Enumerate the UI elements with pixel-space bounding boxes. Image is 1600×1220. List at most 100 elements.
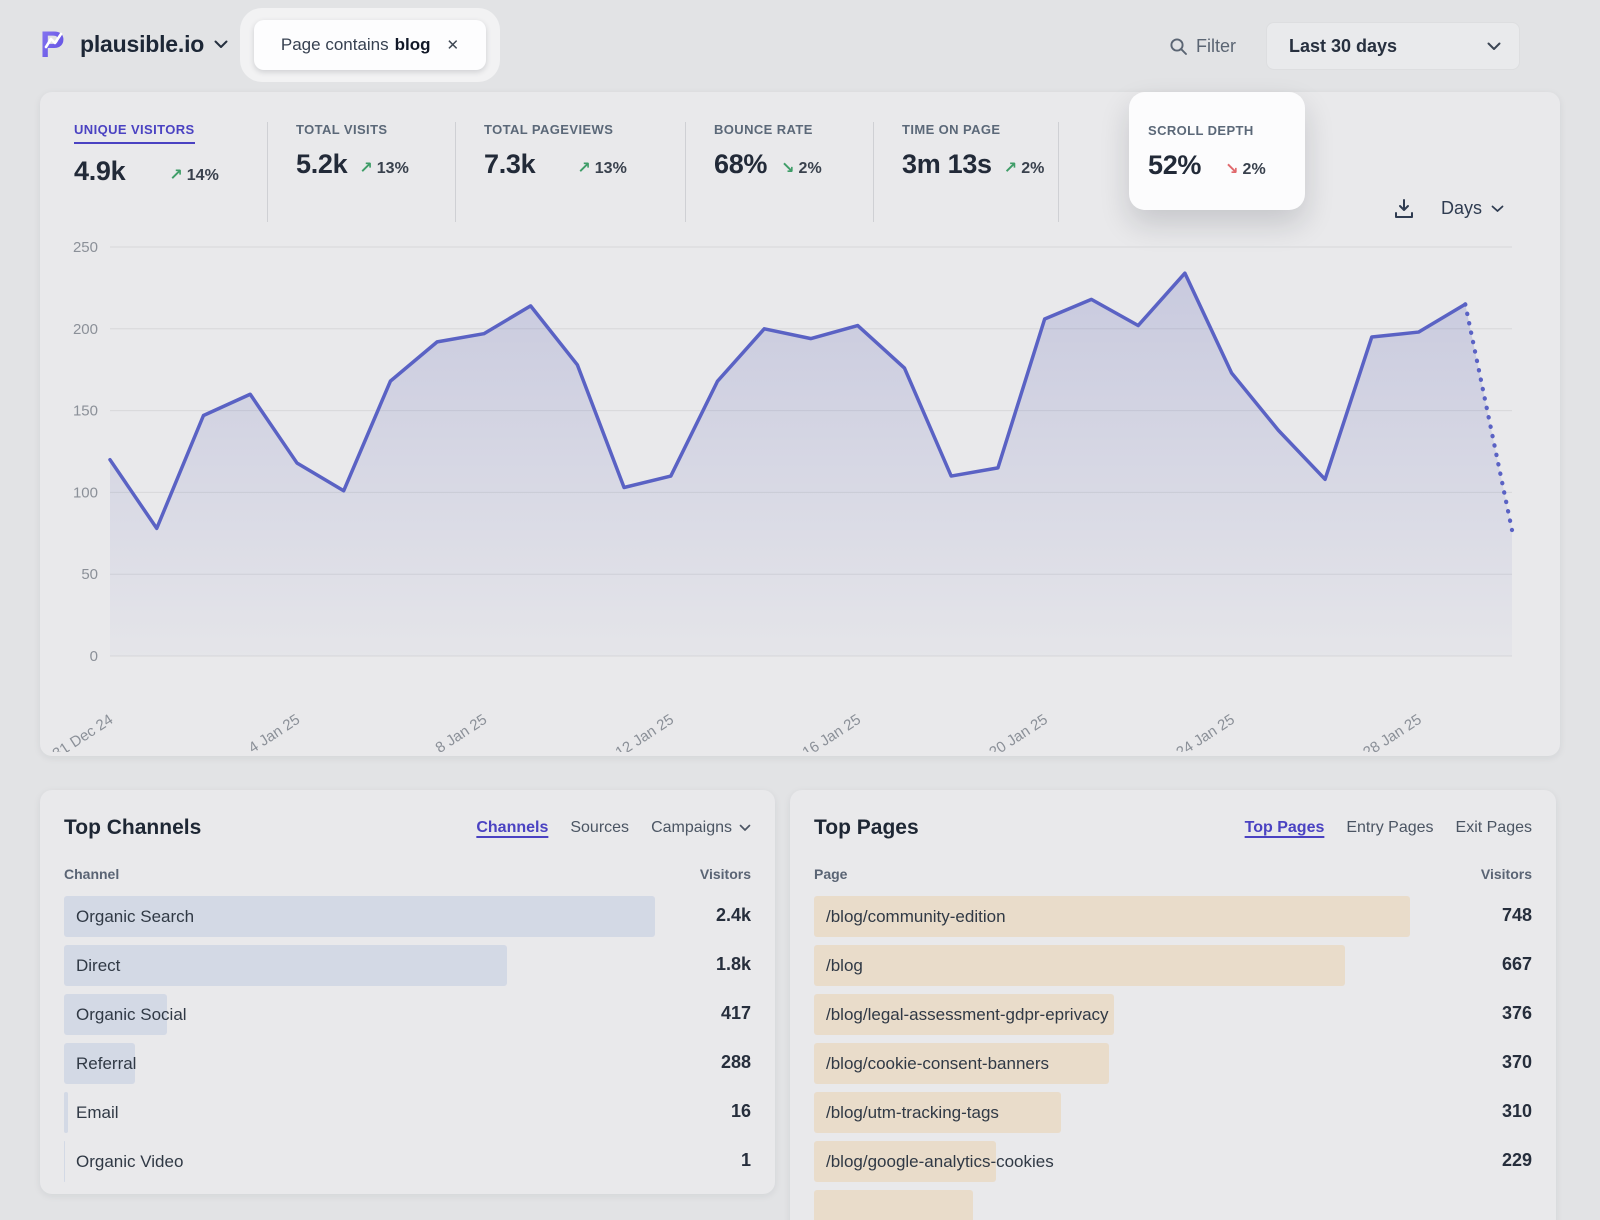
row-visitors: 1 — [741, 1137, 751, 1184]
close-icon[interactable]: ✕ — [447, 36, 460, 54]
stat-bounce-rate[interactable]: BOUNCE RATE 68% ↘2% — [685, 122, 873, 222]
trend-arrow-icon: ↘ — [1225, 159, 1238, 179]
row-visitors: 16 — [731, 1088, 751, 1135]
table-row[interactable]: /blog/utm-tracking-tags310 — [814, 1088, 1532, 1137]
row-label: /blog/utm-tracking-tags — [826, 1088, 999, 1137]
row-label: Organic Search — [76, 892, 194, 941]
row-label: Organic Video — [76, 1137, 183, 1186]
filter-chip-text: Page contains — [281, 35, 389, 55]
x-axis-tick-label: 16 Jan 25 — [799, 711, 864, 752]
download-icon — [1393, 198, 1415, 219]
table-row[interactable]: Organic Video 1 — [64, 1137, 751, 1186]
chevron-down-icon — [739, 824, 751, 832]
table-row[interactable]: Organic Social417 — [64, 990, 751, 1039]
plausible-logo: P — [40, 26, 70, 62]
site-switcher[interactable]: P plausible.io — [40, 26, 228, 62]
x-axis-tick-label: 28 Jan 25 — [1360, 711, 1425, 752]
filter-chip-highlight: Page contains blog ✕ — [240, 8, 500, 82]
trend-arrow-icon: ↗ — [359, 158, 372, 178]
row-visitors: 229 — [1502, 1137, 1532, 1184]
site-name: plausible.io — [80, 31, 204, 58]
svg-text:P: P — [40, 26, 65, 62]
date-range-value: Last 30 days — [1289, 36, 1397, 57]
chart-controls: Days — [1393, 198, 1504, 219]
tab-campaigns[interactable]: Campaigns — [651, 819, 751, 837]
trend-arrow-icon: ↗ — [169, 165, 182, 185]
row-visitors: 748 — [1502, 892, 1532, 939]
breakdown-panels: Top Channels Channels Sources Campaigns … — [40, 790, 1560, 1220]
interval-label: Days — [1441, 198, 1482, 219]
x-axis-tick-label: 31 Dec 24 — [50, 711, 117, 752]
stat-value: 68% — [714, 149, 767, 180]
trend-arrow-icon: ↘ — [781, 158, 794, 178]
table-row[interactable]: /blog/cookie-consent-banners370 — [814, 1039, 1532, 1088]
table-row[interactable]: Email16 — [64, 1088, 751, 1137]
y-axis-tick-label: 0 — [90, 648, 98, 665]
table-row[interactable]: /blog667 — [814, 941, 1532, 990]
date-range-select[interactable]: Last 30 days — [1266, 22, 1520, 70]
table-row[interactable]: Direct 1.8k — [64, 941, 751, 990]
stat-scroll-depth-wrap: SCROLL DEPTH 52% ↘2% — [1058, 122, 1318, 222]
interval-select[interactable]: Days — [1441, 198, 1504, 219]
stat-delta: ↘2% — [781, 158, 822, 178]
stat-label: SCROLL DEPTH — [1148, 123, 1254, 138]
row-label: Referral — [76, 1039, 136, 1088]
x-axis-tick-label: 20 Jan 25 — [986, 711, 1051, 752]
tab-sources[interactable]: Sources — [570, 819, 629, 837]
table-row[interactable]: Referral288 — [64, 1039, 751, 1088]
stat-delta: ↗13% — [359, 158, 408, 178]
stats-row: UNIQUE VISITORS 4.9k ↗14% TOTAL VISITS 5… — [40, 92, 1560, 222]
row-visitors: 1.8k — [716, 941, 751, 988]
top-channels-panel: Top Channels Channels Sources Campaigns … — [40, 790, 775, 1194]
table-row[interactable]: /blog/legal-assessment-gdpr-eprivacy376 — [814, 990, 1532, 1039]
tab-entry-pages[interactable]: Entry Pages — [1346, 819, 1433, 837]
tab-top-pages[interactable]: Top Pages — [1245, 819, 1325, 837]
stat-label: TOTAL PAGEVIEWS — [484, 122, 613, 137]
table-row[interactable]: /blog/community-edition 748 — [814, 892, 1532, 941]
row-bar — [814, 945, 1345, 986]
column-header: Visitors — [1481, 866, 1532, 882]
panel-title: Top Channels — [64, 816, 201, 840]
table-row[interactable]: Organic Search2.4k — [64, 892, 751, 941]
stat-unique-visitors[interactable]: UNIQUE VISITORS 4.9k ↗14% — [74, 122, 267, 222]
stat-value: 5.2k — [296, 149, 347, 180]
chevron-down-icon — [214, 40, 228, 49]
stat-total-pageviews[interactable]: TOTAL PAGEVIEWS 7.3k ↗13% — [455, 122, 685, 222]
stat-label: UNIQUE VISITORS — [74, 122, 195, 144]
stat-time-on-page[interactable]: TIME ON PAGE 3m 13s ↗2% — [873, 122, 1058, 222]
x-axis-tick-label: 12 Jan 25 — [612, 711, 677, 752]
stat-delta: ↗2% — [1004, 158, 1045, 178]
filter-chip[interactable]: Page contains blog ✕ — [254, 20, 486, 70]
table-row[interactable]: /blog/google-analytics-cookies229 — [814, 1137, 1532, 1186]
row-bar — [64, 945, 507, 986]
tab-exit-pages[interactable]: Exit Pages — [1456, 819, 1532, 837]
row-label: /blog/legal-assessment-gdpr-eprivacy — [826, 990, 1109, 1039]
stat-value: 3m 13s — [902, 149, 992, 180]
row-label: /blog/community-edition — [826, 892, 1006, 941]
stat-label: TIME ON PAGE — [902, 122, 1000, 137]
pages-rows: /blog/community-edition 748/blog667/blog/… — [814, 892, 1532, 1220]
y-axis-tick-label: 250 — [73, 239, 98, 256]
top-bar: P plausible.io Page contains blog ✕ Filt — [0, 0, 1600, 92]
stat-scroll-depth[interactable]: SCROLL DEPTH 52% ↘2% — [1129, 92, 1305, 210]
stat-value: 52% — [1148, 150, 1201, 181]
y-axis-tick-label: 50 — [81, 566, 98, 583]
x-axis-tick-label: 24 Jan 25 — [1173, 711, 1238, 752]
row-visitors: 370 — [1502, 1039, 1532, 1086]
row-visitors: 417 — [721, 990, 751, 1037]
filter-button[interactable]: Filter — [1169, 36, 1236, 57]
download-button[interactable] — [1393, 198, 1415, 219]
plausible-dashboard: P plausible.io Page contains blog ✕ Filt — [0, 0, 1600, 1220]
stat-value: 4.9k — [74, 156, 125, 187]
stat-total-visits[interactable]: TOTAL VISITS 5.2k ↗13% — [267, 122, 455, 222]
trend-arrow-icon: ↗ — [577, 158, 590, 178]
pages-tabs: Top Pages Entry Pages Exit Pages — [1245, 819, 1532, 837]
row-label: Direct — [76, 941, 120, 990]
table-row[interactable] — [814, 1186, 1532, 1220]
filter-button-label: Filter — [1196, 36, 1236, 57]
tab-channels[interactable]: Channels — [476, 819, 548, 837]
top-pages-panel: Top Pages Top Pages Entry Pages Exit Pag… — [790, 790, 1556, 1220]
visitors-chart[interactable]: 05010015020025031 Dec 244 Jan 258 Jan 25… — [40, 222, 1560, 752]
stat-delta: ↗13% — [577, 158, 626, 178]
chevron-down-icon — [1487, 42, 1501, 51]
